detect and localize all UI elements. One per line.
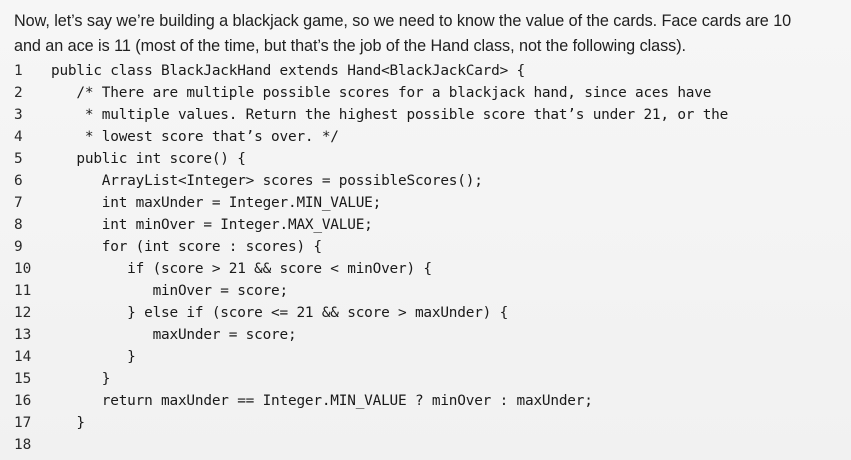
- line-number: 2: [14, 85, 23, 101]
- line-number: 4: [14, 129, 23, 145]
- code-line: 6 ArrayList<Integer> scores = possibleSc…: [0, 170, 851, 192]
- line-number: 11: [14, 283, 32, 299]
- line-number: 10: [14, 261, 32, 277]
- code-line: 9 for (int score : scores) {: [0, 236, 851, 258]
- code-listing: 1 public class BlackJackHand extends Hand…: [0, 60, 851, 456]
- code-text: }: [51, 415, 85, 431]
- line-number: 12: [14, 305, 32, 321]
- code-text: minOver = score;: [51, 283, 289, 299]
- code-text: int minOver = Integer.MAX_VALUE;: [51, 217, 373, 233]
- code-text: public int score() {: [51, 151, 246, 167]
- line-number: 17: [14, 415, 32, 431]
- line-number: 3: [14, 107, 23, 123]
- intro-line-1: Now, let’s say we’re building a blackjac…: [14, 12, 792, 30]
- code-line: 7 int maxUnder = Integer.MIN_VALUE;: [0, 192, 851, 214]
- code-line: 13 maxUnder = score;: [0, 324, 851, 346]
- code-line: 12 } else if (score <= 21 && score > max…: [0, 302, 851, 324]
- code-line: 2 /* There are multiple possible scores …: [0, 82, 851, 104]
- code-line: 17 }: [0, 412, 851, 434]
- line-number: 6: [14, 173, 23, 189]
- line-number: 8: [14, 217, 23, 233]
- code-line: 11 minOver = score;: [0, 280, 851, 302]
- code-text: public class BlackJackHand extends Hand<…: [51, 63, 525, 79]
- code-text: int maxUnder = Integer.MIN_VALUE;: [51, 195, 382, 211]
- code-text: return maxUnder == Integer.MIN_VALUE ? m…: [51, 393, 593, 409]
- line-number: 1: [14, 63, 23, 79]
- code-line: 15 }: [0, 368, 851, 390]
- code-text: if (score > 21 && score < minOver) {: [51, 261, 432, 277]
- line-number: 15: [14, 371, 32, 387]
- line-number: 18: [14, 437, 32, 453]
- line-number: 9: [14, 239, 23, 255]
- code-line: 10 if (score > 21 && score < minOver) {: [0, 258, 851, 280]
- code-text: ArrayList<Integer> scores = possibleScor…: [51, 173, 483, 189]
- code-line: 14 }: [0, 346, 851, 368]
- code-line: 5 public int score() {: [0, 148, 851, 170]
- line-number: 5: [14, 151, 23, 167]
- line-number: 14: [14, 349, 32, 365]
- code-line: 18: [0, 434, 851, 456]
- line-number: 7: [14, 195, 23, 211]
- code-text: } else if (score <= 21 && score > maxUnd…: [51, 305, 509, 321]
- code-line: 16 return maxUnder == Integer.MIN_VALUE …: [0, 390, 851, 412]
- code-line: 1 public class BlackJackHand extends Hand…: [0, 60, 851, 82]
- code-text: }: [51, 349, 136, 365]
- code-text: * multiple values. Return the highest po…: [51, 107, 729, 123]
- document-page: Now, let’s say we’re building a blackjac…: [0, 0, 851, 460]
- code-line: 3 * multiple values. Return the highest …: [0, 104, 851, 126]
- code-text: * lowest score that’s over. */: [51, 129, 339, 145]
- intro-line-2: and an ace is 11 (most of the time, but …: [14, 37, 687, 55]
- line-number: 13: [14, 327, 32, 343]
- code-text: for (int score : scores) {: [51, 239, 322, 255]
- code-line: 8 int minOver = Integer.MAX_VALUE;: [0, 214, 851, 236]
- code-text: }: [51, 371, 111, 387]
- code-text: /* There are multiple possible scores fo…: [51, 85, 712, 101]
- code-line: 4 * lowest score that’s over. */: [0, 126, 851, 148]
- code-text: maxUnder = score;: [51, 327, 297, 343]
- line-number: 16: [14, 393, 32, 409]
- intro-paragraph: Now, let’s say we’re building a blackjac…: [14, 9, 844, 59]
